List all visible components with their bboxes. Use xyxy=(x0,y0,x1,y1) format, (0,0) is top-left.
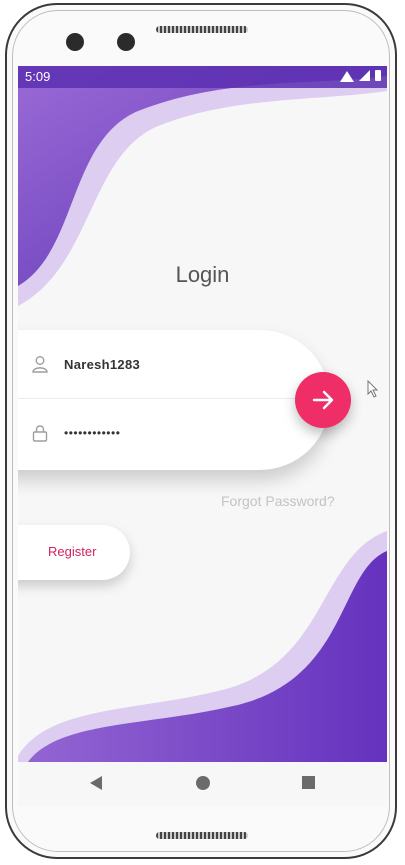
mouse-cursor-icon xyxy=(367,380,379,398)
status-bar: 5:09 xyxy=(18,66,387,88)
forgot-password-link[interactable]: Forgot Password? xyxy=(221,493,335,509)
password-field[interactable]: •••••••••••• xyxy=(18,399,308,467)
phone-frame: 5:09 Login Naresh1283 •••••••••••• Forgo… xyxy=(0,0,405,865)
status-icons xyxy=(340,70,381,82)
bottom-speaker xyxy=(156,832,248,839)
back-icon[interactable] xyxy=(90,776,102,790)
top-speaker xyxy=(156,26,248,33)
username-value: Naresh1283 xyxy=(64,356,140,372)
password-value: •••••••••••• xyxy=(64,426,121,440)
front-camera xyxy=(66,33,84,51)
register-button[interactable]: Register xyxy=(18,525,130,580)
recents-icon[interactable] xyxy=(302,776,315,789)
user-icon xyxy=(30,354,50,374)
navigation-bar xyxy=(18,762,387,806)
front-sensor xyxy=(117,33,135,51)
login-card: Naresh1283 •••••••••••• xyxy=(18,330,330,470)
arrow-right-icon xyxy=(312,390,334,410)
login-submit-button[interactable] xyxy=(295,372,351,428)
battery-icon xyxy=(375,70,381,81)
lock-icon xyxy=(30,423,50,443)
wifi-icon xyxy=(340,71,354,82)
signal-icon xyxy=(359,70,370,81)
register-label: Register xyxy=(48,544,97,559)
status-time: 5:09 xyxy=(25,69,51,84)
app-screen: 5:09 Login Naresh1283 •••••••••••• Forgo… xyxy=(18,66,387,762)
username-field[interactable]: Naresh1283 xyxy=(18,330,308,398)
page-title: Login xyxy=(175,262,230,287)
home-icon[interactable] xyxy=(196,776,210,790)
